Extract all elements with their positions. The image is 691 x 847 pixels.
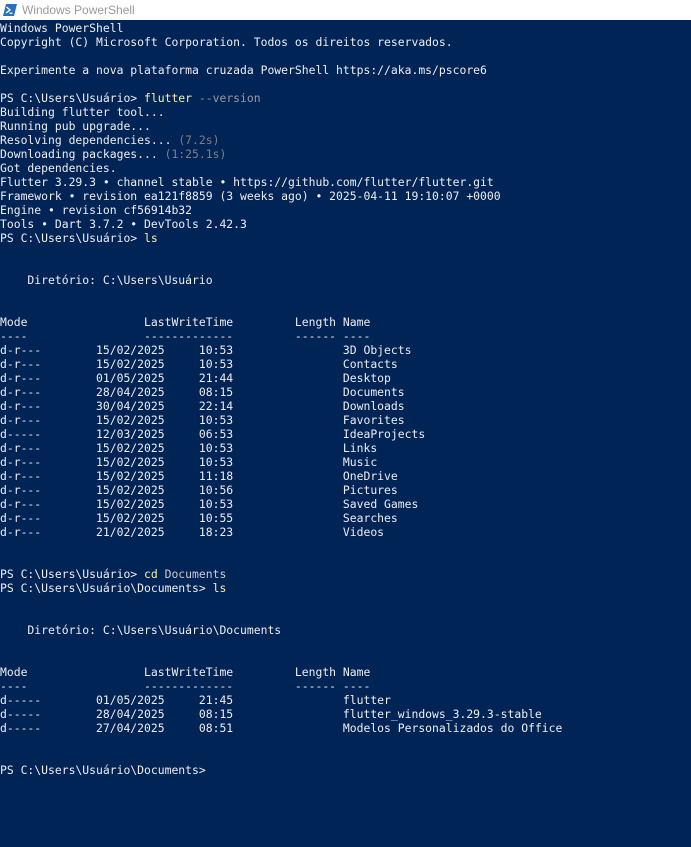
command-name: ls xyxy=(212,581,227,595)
elapsed-time: (7.2s) xyxy=(178,133,220,147)
table-row: d----- 28/04/2025 08:15 flutter_windows_… xyxy=(0,707,542,721)
output-text: Resolving dependencies... xyxy=(0,133,179,147)
prompt-line: PS C:\Users\Usuário> ls xyxy=(0,231,691,245)
prompt-line[interactable]: PS C:\Users\Usuário\Documents> xyxy=(0,763,691,777)
table-row: d-r--- 30/04/2025 22:14 Downloads xyxy=(0,399,405,413)
console-line: Resolving dependencies... (7.2s) xyxy=(0,133,691,147)
table-row: d-r--- 28/04/2025 08:15 Documents xyxy=(0,385,405,399)
console-line: Got dependencies. xyxy=(0,161,117,175)
title-bar[interactable]: Windows PowerShell xyxy=(0,0,691,20)
command-name: flutter xyxy=(144,91,193,105)
prompt-line: PS C:\Users\Usuário> flutter --version xyxy=(0,91,691,105)
console-line: Engine • revision cf56914b32 xyxy=(0,203,193,217)
table-row: d-r--- 15/02/2025 10:53 Contacts xyxy=(0,357,398,371)
window-title: Windows PowerShell xyxy=(22,3,135,17)
prompt-line: PS C:\Users\Usuário> cd Documents xyxy=(0,567,691,581)
command-name: cd xyxy=(144,567,158,581)
table-row: d----- 12/03/2025 06:53 IdeaProjects xyxy=(0,427,426,441)
table-header: Mode LastWriteTime Length Name xyxy=(0,665,371,679)
table-header: Mode LastWriteTime Length Name xyxy=(0,315,371,329)
prompt: PS C:\Users\Usuário> xyxy=(0,231,145,245)
table-row: d-r--- 01/05/2025 21:44 Desktop xyxy=(0,371,391,385)
powershell-icon xyxy=(3,4,17,16)
table-row: d-r--- 15/02/2025 10:53 Saved Games xyxy=(0,497,419,511)
console-line: Running pub upgrade... xyxy=(0,119,151,133)
table-row: d-r--- 21/02/2025 18:23 Videos xyxy=(0,525,385,539)
console-line: Flutter 3.29.3 • channel stable • https:… xyxy=(0,175,494,189)
prompt: PS C:\Users\Usuário> xyxy=(0,567,145,581)
console-line: Downloading packages... (1:25.1s) xyxy=(0,147,691,161)
table-row: d-r--- 15/02/2025 10:53 Favorites xyxy=(0,413,405,427)
console-line: Copyright (C) Microsoft Corporation. Tod… xyxy=(0,35,453,49)
prompt: PS C:\Users\Usuário\Documents> xyxy=(0,763,213,777)
prompt: PS C:\Users\Usuário> xyxy=(0,91,145,105)
console-line: Windows PowerShell xyxy=(0,21,124,35)
table-row: d----- 01/05/2025 21:45 flutter xyxy=(0,693,391,707)
table-header-underline: ---- ------------- ------ ---- xyxy=(0,329,371,343)
directory-label: Diretório: C:\Users\Usuário\Documents xyxy=(0,623,282,637)
console-line: Framework • revision ea121f8859 (3 weeks… xyxy=(0,189,501,203)
elapsed-time: (1:25.1s) xyxy=(164,147,227,161)
directory-label: Diretório: C:\Users\Usuário xyxy=(0,273,213,287)
command-parameter: --version xyxy=(192,91,261,105)
prompt-line: PS C:\Users\Usuário\Documents> ls xyxy=(0,581,691,595)
command-argument: Documents xyxy=(157,567,227,581)
console-line: Building flutter tool... xyxy=(0,105,165,119)
console-output[interactable]: Windows PowerShell Copyright (C) Microso… xyxy=(0,21,691,847)
table-header-underline: ---- ------------- ------ ---- xyxy=(0,679,371,693)
table-row: d-r--- 15/02/2025 10:53 Music xyxy=(0,455,378,469)
console-line: Experimente a nova plataforma cruzada Po… xyxy=(0,63,487,77)
command-name: ls xyxy=(144,231,158,245)
table-row: d-r--- 15/02/2025 11:18 OneDrive xyxy=(0,469,398,483)
table-row: d-r--- 15/02/2025 10:55 Searches xyxy=(0,511,398,525)
prompt: PS C:\Users\Usuário\Documents> xyxy=(0,581,213,595)
table-row: d-r--- 15/02/2025 10:53 3D Objects xyxy=(0,343,412,357)
table-row: d----- 27/04/2025 08:51 Modelos Personal… xyxy=(0,721,563,735)
table-row: d-r--- 15/02/2025 10:53 Links xyxy=(0,441,378,455)
table-row: d-r--- 15/02/2025 10:56 Pictures xyxy=(0,483,398,497)
console-line: Tools • Dart 3.7.2 • DevTools 2.42.3 xyxy=(0,217,247,231)
powershell-window: Windows PowerShell Windows PowerShell Co… xyxy=(0,0,691,847)
output-text: Downloading packages... xyxy=(0,147,165,161)
